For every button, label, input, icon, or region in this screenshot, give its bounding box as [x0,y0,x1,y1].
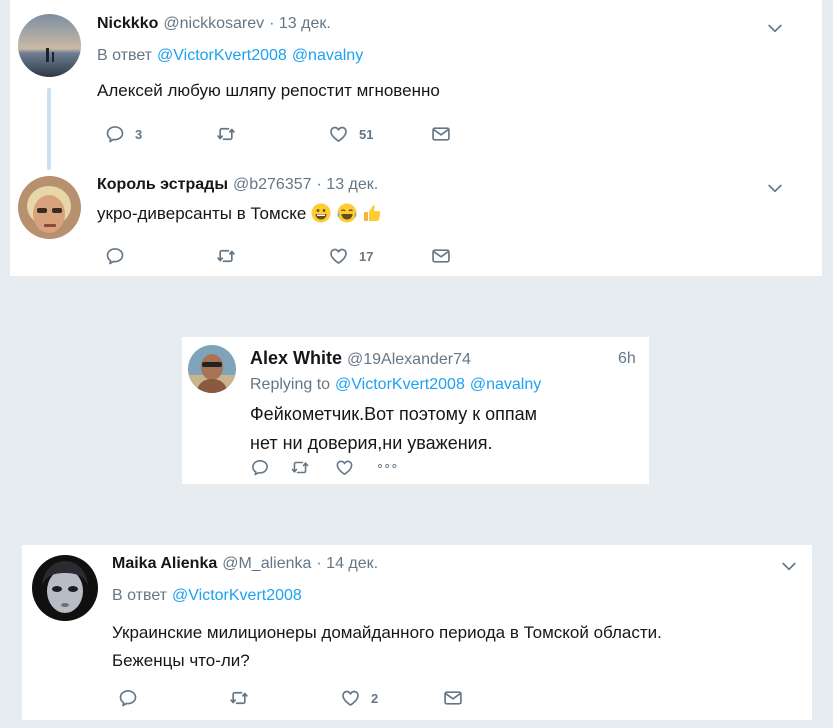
retweet-button[interactable] [215,124,237,144]
message-icon [430,246,452,266]
tweet-text: Украинские милиционеры домайданного пери… [112,619,662,675]
like-icon [340,688,361,708]
tweet-text: Фейкометчик.Вот поэтому к оппам нет ни д… [250,400,537,458]
tweet-time[interactable]: 6h [618,350,636,368]
reply-label: В ответ [97,47,153,64]
reply-button[interactable] [250,458,270,477]
reply-icon [105,124,125,144]
thumbs-up-emoji [364,205,381,221]
retweet-button[interactable] [228,688,250,708]
mention-link[interactable]: @VictorKvert2008 [335,376,465,394]
display-name[interactable]: Nickkko [97,15,158,33]
reply-context: В ответ @VictorKvert2008 [112,587,302,605]
retweet-button[interactable] [215,246,237,266]
message-icon [430,124,452,144]
direct-message-button[interactable] [430,246,452,266]
mention-link[interactable]: @navalny [470,376,541,394]
retweet-icon [215,246,237,266]
reply-label: В ответ [112,587,168,604]
mention-link[interactable]: @VictorKvert2008 [157,47,287,65]
user-handle[interactable]: @M_alienka [222,555,311,573]
display-name[interactable]: Alex White [250,348,342,369]
chevron-down-icon[interactable] [765,18,785,38]
reply-icon [250,458,270,477]
tweet-date[interactable]: · 13 дек. [269,15,331,33]
reply-context: Replying to @VictorKvert2008 @navalny [250,376,541,394]
avatar[interactable] [18,14,81,77]
retweet-button[interactable] [289,458,311,477]
retweet-icon [228,688,250,708]
user-handle[interactable]: @nickkosarev [163,15,264,33]
tweet-header: Maika Alienka @M_alienka · 14 дек. [112,555,378,573]
tweet-date[interactable]: · 13 дек. [317,176,379,194]
tears-of-joy-emoji [337,203,357,223]
grinning-face-emoji [311,203,331,223]
reply-button[interactable] [105,246,125,266]
tweet-card: Alex White @19Alexander74 6h Replying to… [182,337,649,484]
reply-icon [118,688,138,708]
tweet-thread-card: Nickkko @nickkosarev · 13 дек. В ответ @… [10,0,822,276]
reply-count: 3 [135,126,143,142]
chevron-down-icon[interactable] [765,178,785,198]
like-button[interactable]: 51 [328,124,373,144]
avatar[interactable] [18,176,81,239]
like-count: 51 [359,126,374,142]
avatar[interactable] [32,555,98,621]
reply-context: В ответ @VictorKvert2008 @navalny [97,47,363,65]
like-button[interactable]: 17 [328,246,373,266]
display-name[interactable]: Maika Alienka [112,555,217,573]
tweet-text-line: Фейкометчик.Вот поэтому к оппам [250,404,537,424]
reply-button[interactable] [118,688,138,708]
avatar[interactable] [188,345,236,393]
like-button[interactable]: 2 [340,688,378,708]
tweet-card: Maika Alienka @M_alienka · 14 дек. В отв… [22,545,812,720]
reply-label: Replying to [250,376,331,393]
mention-link[interactable]: @navalny [292,47,363,65]
like-count: 2 [371,690,379,706]
direct-message-button[interactable] [442,688,464,708]
display-name[interactable]: Король эстрады [97,176,228,194]
message-icon [442,688,464,708]
tweet-text-line: Украинские милиционеры домайданного пери… [112,623,662,642]
like-icon [328,246,349,266]
retweet-icon [215,124,237,144]
tweet-text: укро-диверсанты в Томске [97,204,307,223]
tweet-text: Алексей любую шляпу репостит мгновенно [97,81,440,100]
thread-line [47,88,51,170]
like-count: 17 [359,248,374,264]
tweet-text-line: нет ни доверия,ни уважения. [250,433,493,453]
like-button[interactable] [334,458,355,477]
tweet-header: Король эстрады @b276357 · 13 дек. [97,176,378,194]
like-icon [334,458,355,477]
retweet-icon [289,458,311,477]
reply-button[interactable]: 3 [105,124,142,144]
like-icon [328,124,349,144]
user-handle[interactable]: @19Alexander74 [347,351,471,369]
reply-icon [105,246,125,266]
tweet-date[interactable]: · 14 дек. [316,555,378,573]
tweet-text-line: Беженцы что-ли? [112,651,250,670]
chevron-down-icon[interactable] [779,556,799,576]
direct-message-button[interactable] [430,124,452,144]
tweet-header: Nickkko @nickkosarev · 13 дек. [97,15,331,33]
tweet-body: укро-диверсанты в Томске [97,203,383,224]
user-handle[interactable]: @b276357 [233,176,312,194]
mention-link[interactable]: @VictorKvert2008 [172,587,302,605]
tweet-header: Alex White @19Alexander74 [250,348,471,369]
more-icon[interactable]: ∘∘∘ [376,458,398,474]
